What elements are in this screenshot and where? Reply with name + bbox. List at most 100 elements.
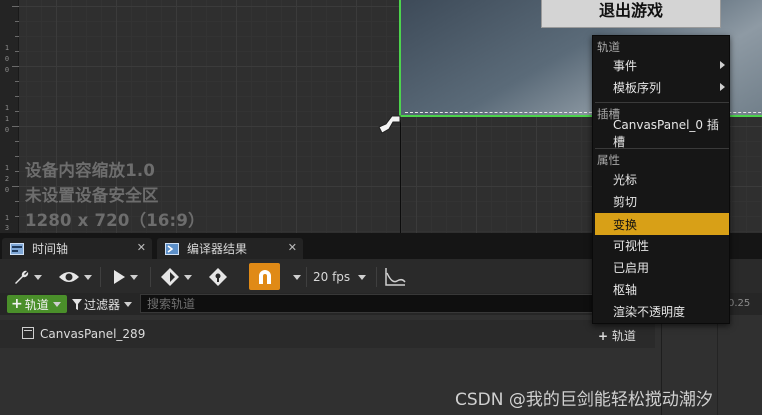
ruler-number: 1 bbox=[4, 115, 10, 123]
tab-timeline-label: 时间轴 bbox=[32, 242, 69, 256]
ruler-number: 1 bbox=[4, 104, 10, 112]
timeline-icon bbox=[10, 242, 24, 255]
filter-dropdown-button[interactable]: 过滤器 bbox=[72, 295, 133, 313]
track-filter-row: + 轨道 过滤器 bbox=[0, 293, 655, 315]
exit-game-button[interactable]: 退出游戏 bbox=[541, 0, 721, 28]
menu-item-visibility[interactable]: 可视性 bbox=[595, 234, 729, 256]
ruler-number: 1 bbox=[4, 214, 10, 222]
menu-item-enabled[interactable]: 已启用 bbox=[595, 256, 729, 278]
menu-item-label: 可视性 bbox=[613, 238, 650, 253]
menu-item-label: 光标 bbox=[613, 172, 638, 187]
chevron-down-icon bbox=[52, 301, 61, 307]
menu-item-template-sequence[interactable]: 模板序列 bbox=[595, 76, 729, 98]
ruler-tick bbox=[15, 21, 19, 22]
toolbar-divider bbox=[306, 267, 307, 287]
menu-item-cursor[interactable]: 光标 bbox=[595, 168, 729, 190]
chevron-right-icon bbox=[720, 83, 725, 91]
ruler-tick bbox=[15, 216, 19, 217]
plus-icon: + bbox=[598, 329, 609, 343]
toolbar-divider bbox=[376, 267, 377, 287]
chevron-down-icon bbox=[124, 301, 133, 307]
chevron-down-icon bbox=[130, 274, 138, 280]
ruler-tick bbox=[15, 201, 19, 202]
frame-rate-dropdown[interactable]: 20 fps bbox=[313, 265, 367, 289]
ruler-tick bbox=[12, 6, 19, 7]
track-name: CanvasPanel_289 bbox=[40, 327, 146, 341]
ruler-number: 1 bbox=[4, 164, 10, 172]
ruler-number: 0 bbox=[4, 126, 10, 134]
chevron-right-icon bbox=[720, 61, 725, 69]
chevron-down-icon bbox=[358, 274, 367, 280]
wrench-icon bbox=[15, 270, 29, 284]
ruler-tick bbox=[15, 111, 19, 112]
vertical-ruler: 1 0 0 1 1 0 1 2 0 1 3 bbox=[0, 0, 19, 233]
view-options-button[interactable] bbox=[58, 265, 92, 289]
chevron-down-icon bbox=[184, 274, 192, 280]
add-track-button[interactable]: + 轨道 bbox=[7, 295, 67, 313]
watermark-text: CSDN @我的巨剑能轻松搅动潮汐 bbox=[455, 390, 713, 410]
toolbar-divider bbox=[100, 267, 101, 287]
menu-item-label: 模板序列 bbox=[613, 80, 662, 95]
chevron-down-icon bbox=[293, 274, 301, 280]
menu-item-canvas-slot[interactable]: CanvasPanel_0 插槽 bbox=[595, 118, 729, 149]
tab-compiler-results[interactable]: 编译器结果 ✕ bbox=[157, 238, 303, 259]
ruler-number: 0 bbox=[4, 186, 10, 194]
ruler-number: 0 bbox=[4, 55, 10, 63]
ruler-tick bbox=[15, 96, 19, 97]
eye-icon bbox=[59, 272, 79, 282]
ruler-number: 1 bbox=[4, 44, 10, 52]
safe-zone-text: 未设置设备安全区 bbox=[25, 186, 159, 205]
ruler-tick bbox=[15, 36, 19, 37]
widget-icon bbox=[22, 327, 34, 339]
ruler-tick bbox=[12, 186, 19, 187]
key-options-button[interactable] bbox=[160, 265, 192, 289]
chevron-down-icon bbox=[34, 274, 42, 280]
settings-dropdown-button[interactable] bbox=[12, 265, 42, 289]
menu-item-label: 事件 bbox=[613, 58, 638, 73]
snap-toggle-button[interactable] bbox=[249, 263, 280, 290]
snap-options-dropdown[interactable] bbox=[289, 265, 301, 289]
curve-editor-button[interactable] bbox=[384, 265, 406, 289]
ruler-tick bbox=[15, 51, 19, 52]
keyframe-icon bbox=[161, 268, 179, 286]
ruler-tick bbox=[12, 66, 19, 67]
track-row[interactable]: CanvasPanel_289 + 轨道 bbox=[0, 320, 655, 348]
menu-item-event[interactable]: 事件 bbox=[595, 54, 729, 76]
menu-item-label: CanvasPanel_0 插槽 bbox=[613, 118, 719, 149]
close-icon[interactable]: ✕ bbox=[288, 241, 297, 254]
time-tick-label: 0.25 bbox=[728, 298, 751, 309]
ruler-tick bbox=[15, 156, 19, 157]
curve-icon bbox=[385, 268, 406, 286]
anchor-icon[interactable] bbox=[376, 112, 402, 138]
chevron-down-icon bbox=[84, 274, 92, 280]
close-icon[interactable]: ✕ bbox=[137, 241, 146, 254]
tab-timeline[interactable]: 时间轴 ✕ bbox=[2, 238, 152, 259]
ruler-tick bbox=[15, 171, 19, 172]
play-options-button[interactable] bbox=[112, 265, 138, 289]
ruler-tick bbox=[15, 141, 19, 142]
filter-icon bbox=[72, 298, 82, 310]
menu-item-transform[interactable]: 变换 bbox=[595, 213, 729, 235]
ruler-tick bbox=[12, 126, 19, 127]
add-subtrack-button[interactable]: + 轨道 bbox=[598, 327, 636, 344]
ruler-number: 2 bbox=[4, 175, 10, 183]
add-subtrack-label: 轨道 bbox=[611, 329, 636, 343]
menu-item-render-opacity[interactable]: 渲染不透明度 bbox=[595, 300, 729, 322]
search-tracks-input[interactable] bbox=[140, 294, 595, 313]
menu-section-header: 轨道 bbox=[597, 40, 620, 54]
snap-settings-button[interactable] bbox=[208, 265, 228, 289]
add-track-label: 轨道 bbox=[24, 297, 49, 312]
menu-item-pivot[interactable]: 枢轴 bbox=[595, 278, 729, 300]
resolution-text: 1280 x 720（16:9） bbox=[25, 211, 205, 230]
add-track-context-menu: 轨道 事件 模板序列 插槽 CanvasPanel_0 插槽 属性 光标 剪切 … bbox=[592, 35, 730, 324]
dpi-scale-text: 设备内容缩放1.0 bbox=[25, 161, 156, 180]
toolbar-divider bbox=[150, 267, 151, 287]
timeline-gridline bbox=[717, 315, 718, 415]
magnet-snap-icon bbox=[258, 269, 271, 284]
menu-item-label: 枢轴 bbox=[613, 282, 638, 297]
menu-item-clipping[interactable]: 剪切 bbox=[595, 190, 729, 212]
ruler-number: 3 bbox=[4, 224, 10, 232]
compiler-results-icon bbox=[165, 242, 179, 255]
ruler-tick bbox=[15, 81, 19, 82]
menu-item-label: 渲染不透明度 bbox=[613, 304, 686, 319]
